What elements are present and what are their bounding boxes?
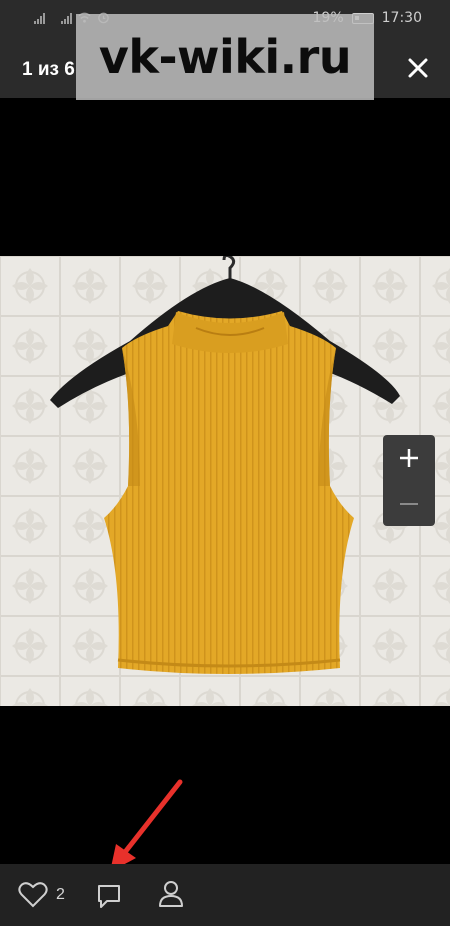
- close-icon: [408, 58, 428, 78]
- photo-action-bar: 2: [0, 864, 450, 926]
- red-arrow-annotation: [110, 779, 183, 872]
- photo-counter: 1 из 6: [22, 59, 75, 80]
- zoom-controls: [383, 435, 435, 526]
- close-button[interactable]: [402, 52, 434, 84]
- plus-icon: [400, 448, 418, 467]
- zoom-out-button[interactable]: [383, 481, 435, 526]
- heart-icon: [18, 882, 48, 908]
- watermark-text: vk-wiki.ru: [98, 30, 352, 84]
- watermark: vk-wiki.ru: [76, 14, 374, 100]
- comment-button[interactable]: [95, 882, 123, 915]
- like-button[interactable]: 2: [18, 882, 65, 908]
- clock: 17:30: [381, 10, 422, 26]
- signal-icon: [61, 12, 72, 24]
- comment-icon: [98, 885, 120, 908]
- minus-icon: [400, 502, 418, 505]
- tag-person-button[interactable]: [158, 880, 184, 913]
- like-count: 2: [56, 886, 65, 903]
- person-icon: [159, 881, 183, 907]
- signal-icon: [34, 12, 45, 24]
- zoom-in-button[interactable]: [383, 435, 435, 480]
